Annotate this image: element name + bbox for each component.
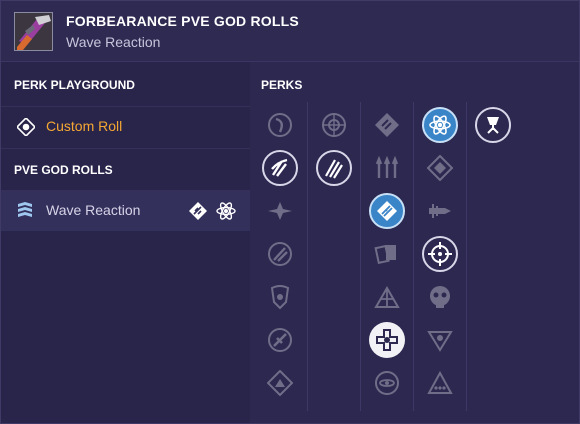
diamond-spike-icon[interactable] — [369, 193, 405, 229]
skull-icon[interactable] — [422, 279, 458, 315]
perk-column-1 — [254, 102, 307, 411]
page-subtitle: Wave Reaction — [66, 34, 161, 50]
diamond-icon[interactable] — [369, 107, 405, 143]
gem-icon[interactable] — [422, 150, 458, 186]
atom-ring-icon[interactable] — [369, 365, 405, 401]
custom-roll-icon — [15, 116, 37, 138]
divider — [1, 148, 250, 149]
bullet-icon[interactable] — [422, 193, 458, 229]
header: FORBEARANCE PVE GOD ROLLS Wave Reaction — [1, 1, 579, 62]
perk-column-5 — [466, 102, 520, 411]
slash-claw-icon[interactable] — [316, 150, 352, 186]
custom-roll-item[interactable]: Custom Roll — [1, 107, 250, 147]
perks-title: PERKS — [261, 78, 303, 92]
perk-column-3 — [360, 102, 414, 411]
scope-icon[interactable] — [262, 107, 298, 143]
perk-column-2 — [307, 102, 361, 411]
broken-ring-icon[interactable] — [262, 279, 298, 315]
wave-reaction-item[interactable]: Wave Reaction — [1, 191, 250, 231]
perks-panel: PERKS — [250, 62, 579, 423]
weapon-icon — [14, 12, 53, 51]
crossed-tools-icon[interactable] — [262, 322, 298, 358]
left-sidebar: PERK PLAYGROUND Custom Roll PVE GOD ROLL… — [1, 62, 250, 423]
crosshair-icon[interactable] — [422, 236, 458, 272]
tent-icon[interactable] — [369, 279, 405, 315]
perk-column-4 — [413, 102, 467, 411]
broken-ring-icon[interactable] — [262, 236, 298, 272]
atom-perk-icon — [216, 201, 236, 221]
perk-playground-title: PERK PLAYGROUND — [14, 78, 135, 92]
slash-wave-icon[interactable] — [262, 150, 298, 186]
chevron-rank-icon — [17, 202, 33, 220]
cards-icon[interactable] — [369, 236, 405, 272]
atom-icon[interactable] — [422, 107, 458, 143]
pve-god-rolls-title: PVE GOD ROLLS — [14, 163, 113, 177]
arrows-up-icon[interactable] — [369, 150, 405, 186]
page-title: FORBEARANCE PVE GOD ROLLS — [66, 13, 299, 29]
custom-roll-label: Custom Roll — [46, 118, 123, 134]
triangle-dots-icon[interactable] — [422, 365, 458, 401]
cross-burst-icon[interactable] — [369, 322, 405, 358]
pyramid-icon[interactable] — [262, 365, 298, 401]
diamond-perk-icon — [189, 202, 207, 220]
god-rolls-panel: FORBEARANCE PVE GOD ROLLS Wave Reaction … — [0, 0, 580, 424]
wave-reaction-label: Wave Reaction — [46, 202, 141, 218]
spark-icon[interactable] — [262, 193, 298, 229]
triangle-icon[interactable] — [422, 322, 458, 358]
target-icon[interactable] — [316, 107, 352, 143]
chalice-icon[interactable] — [475, 107, 511, 143]
